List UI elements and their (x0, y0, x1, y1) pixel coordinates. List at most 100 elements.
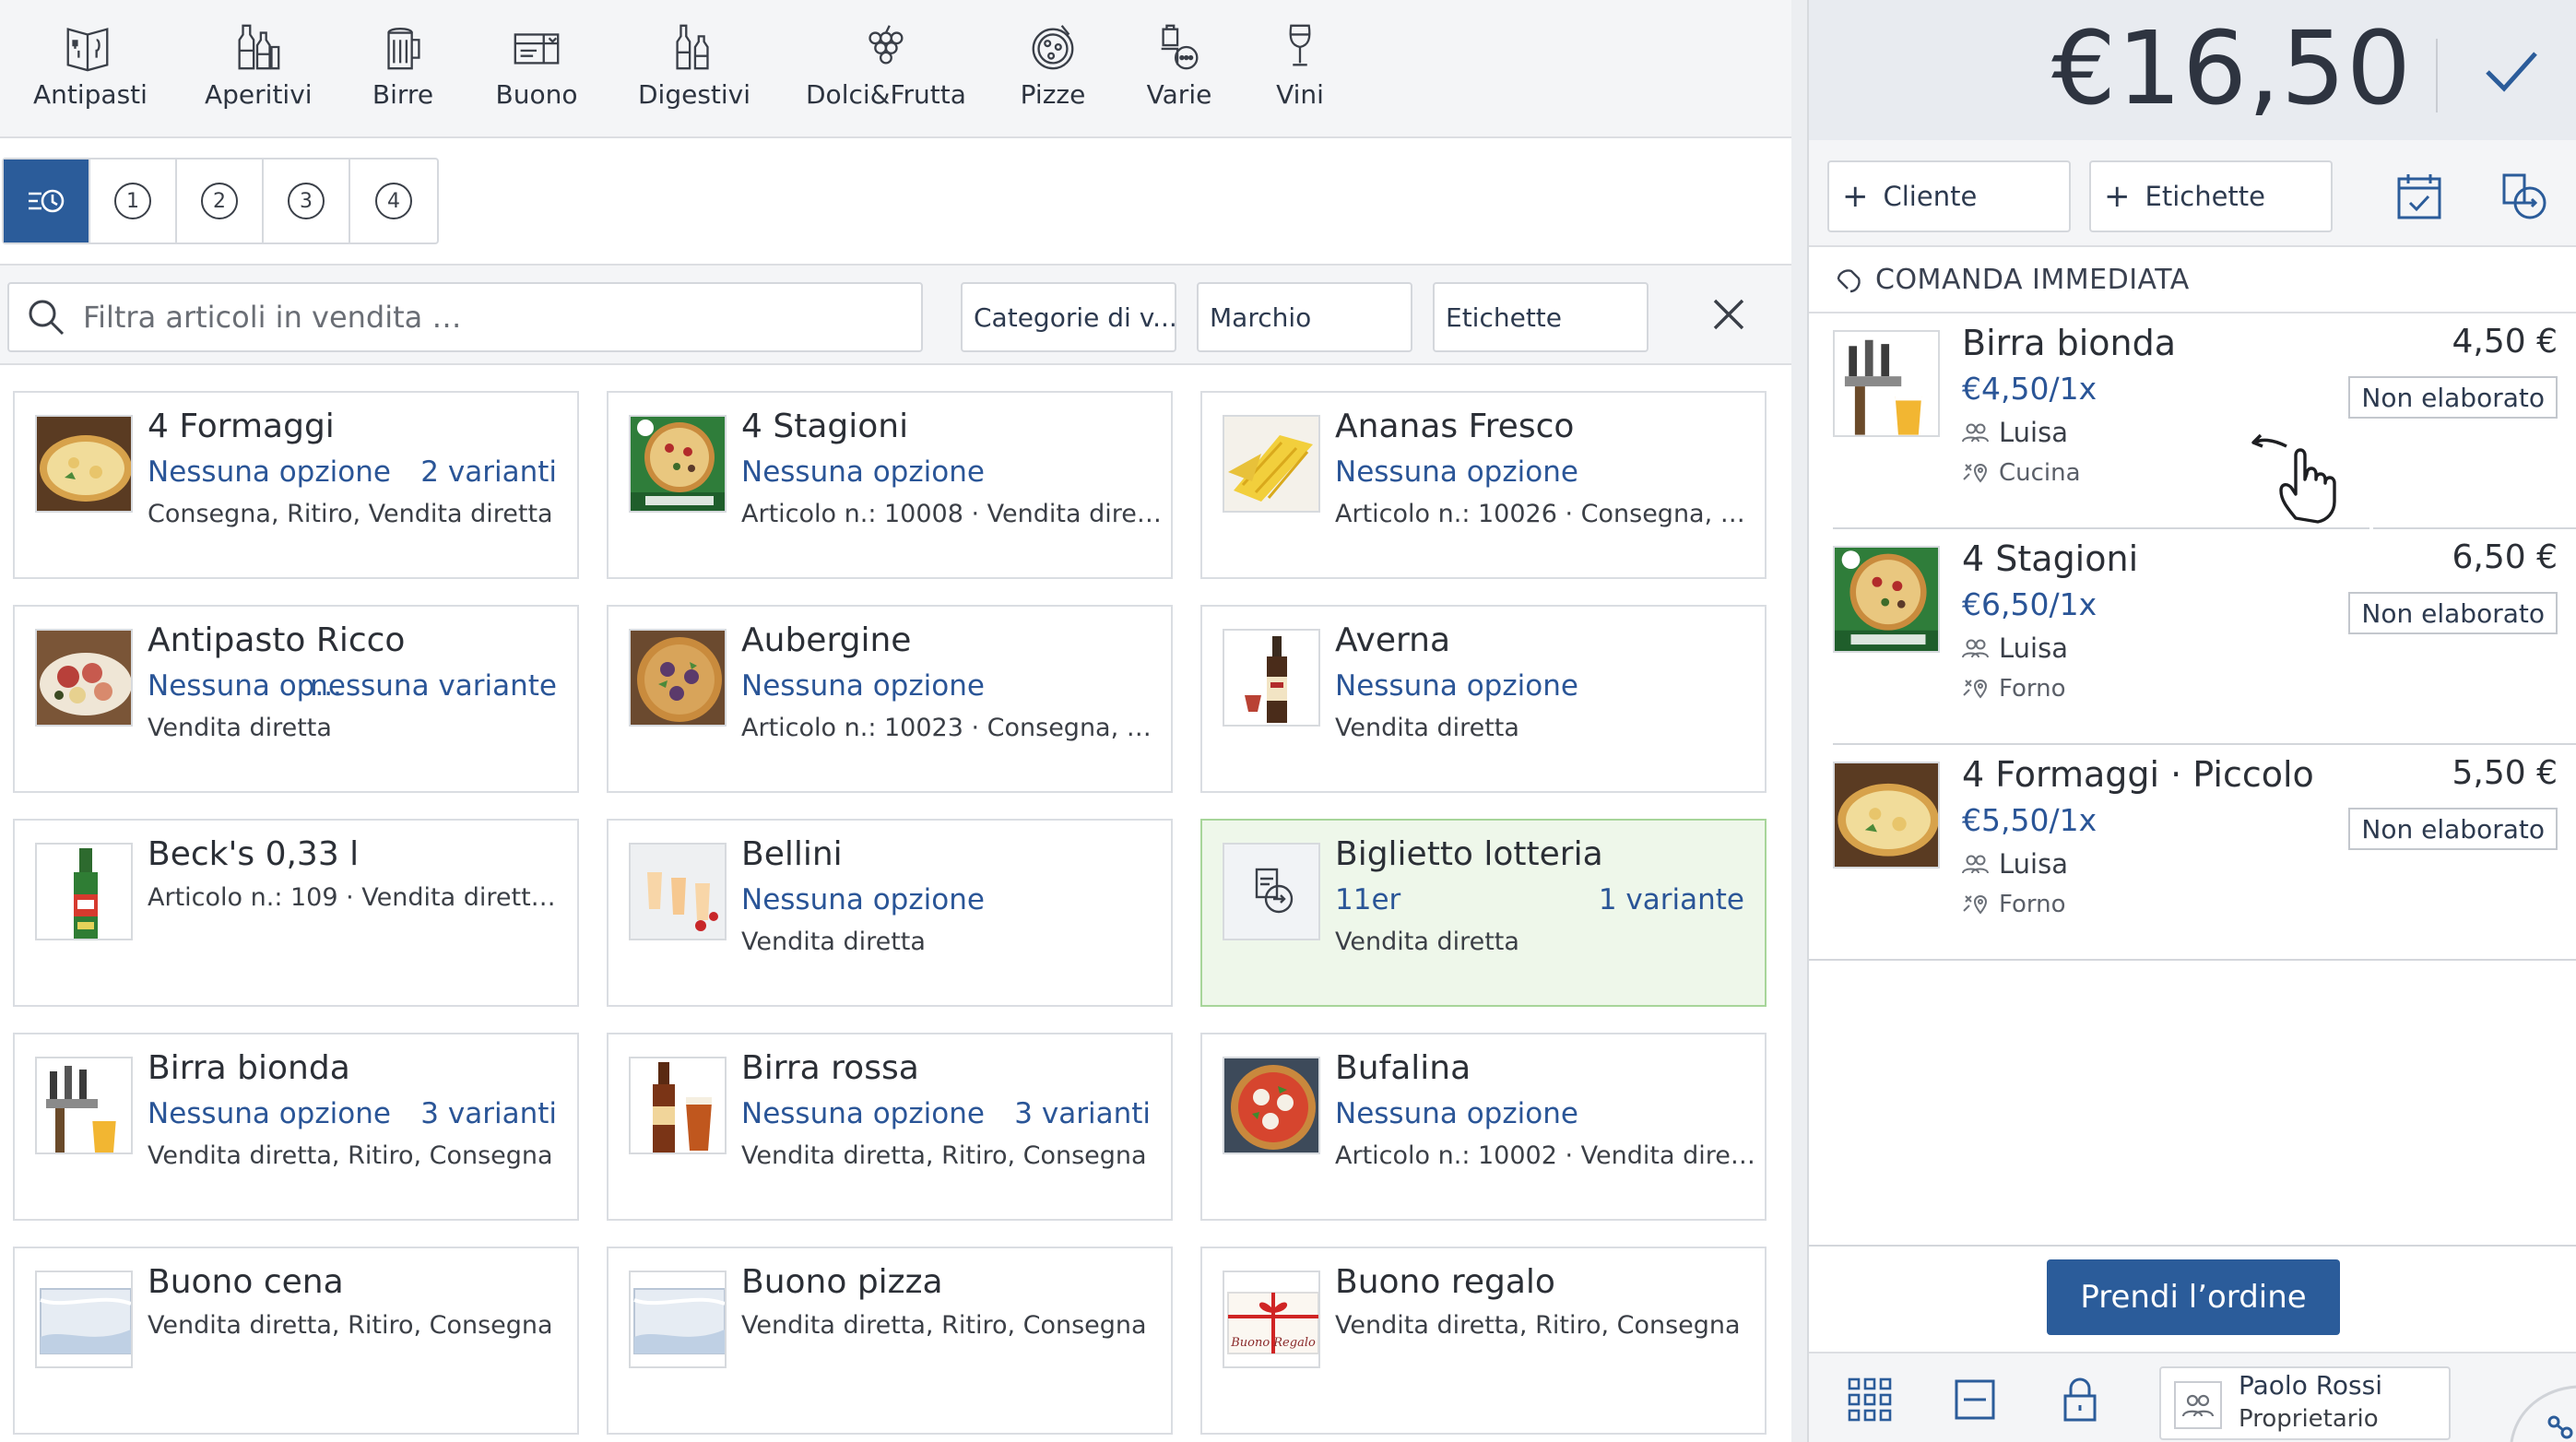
brand-filter-button[interactable]: Marchio (1197, 282, 1412, 352)
product-card[interactable]: Aubergine Nessuna opzione Articolo n.: 100… (607, 605, 1173, 793)
course-3-button[interactable]: 3 (264, 160, 350, 242)
user-name: Paolo Rossi (2239, 1370, 2383, 1401)
bottles-icon (238, 24, 280, 70)
category-pizze[interactable]: Pizze (1018, 20, 1088, 122)
order-line-thumbnail (1833, 762, 1940, 869)
order-section-title: COMANDA IMMEDIATA (1875, 263, 2190, 296)
place-order-button[interactable]: Prendi l’ordine (2047, 1259, 2340, 1335)
add-customer-button[interactable]: + Cliente (1827, 160, 2071, 232)
category-dolci-frutta[interactable]: Dolci&Frutta (806, 20, 966, 122)
product-thumbnail (1223, 629, 1320, 727)
order-line[interactable]: 4 Stagioni €6,50/1x Luisa Forno 6,50 € Non el… (1809, 531, 2576, 747)
menu-book-icon (66, 28, 109, 72)
avatar (2174, 1381, 2222, 1429)
user-role: Proprietario (2239, 1405, 2379, 1433)
lock-icon[interactable] (2054, 1374, 2106, 1425)
course-2-button[interactable]: 2 (177, 160, 264, 242)
product-option: Nessuna opzione (148, 1097, 391, 1130)
product-details: Articolo n.: 10026 · Consegna, Ritiro (1335, 500, 1755, 528)
course-4-button[interactable]: 4 (350, 160, 437, 242)
product-name: Aubergine (741, 621, 912, 659)
course-1-button[interactable]: 1 (90, 160, 177, 242)
confirm-check-icon[interactable] (2475, 39, 2548, 103)
clear-filter-icon[interactable] (1707, 293, 1750, 336)
total-bar: €16,50 (1809, 0, 2576, 140)
product-card[interactable]: Buono cena Vendita diretta, Ritiro, Conse… (13, 1247, 579, 1435)
swipe-hand-icon (2251, 433, 2336, 524)
product-option: Nessuna opzione (741, 455, 985, 489)
product-card[interactable]: 4 Formaggi Nessuna opzione 2 varianti Conse… (13, 391, 579, 579)
product-option: 11er (1335, 883, 1401, 916)
order-line[interactable]: 4 Formaggi · Piccolo €5,50/1x Luisa Forno 5,… (1809, 747, 2576, 963)
category-label: Varie (1146, 79, 1212, 110)
order-line-status-badge[interactable]: Non elaborato (2348, 592, 2558, 634)
user-switcher[interactable]: Paolo Rossi Proprietario (2159, 1366, 2451, 1440)
category-birre[interactable]: Birre (360, 20, 446, 122)
category-buono[interactable]: Buono (492, 20, 581, 122)
wine-glass-icon (1289, 24, 1311, 66)
order-line-name: Birra bionda (1962, 323, 2176, 363)
category-label: Antipasti (33, 79, 148, 110)
order-line-user-name: Luisa (1999, 848, 2068, 880)
product-name: Birra rossa (741, 1049, 919, 1087)
minimize-icon[interactable] (1949, 1374, 2001, 1425)
product-thumbnail (35, 629, 133, 727)
product-card[interactable]: Biglietto lotteria 11er 1 variante Vendita … (1200, 819, 1767, 1007)
add-tags-button[interactable]: + Etichette (2089, 160, 2333, 232)
order-line-unit-price: €4,50/1x (1962, 371, 2097, 407)
category-varie[interactable]: Varie (1145, 20, 1213, 122)
product-card[interactable]: 4 Stagioni Nessuna opzione Articolo n.: 10… (607, 391, 1173, 579)
order-line[interactable]: Birra bionda €4,50/1x Luisa Cucina 4,50 € Non… (1809, 315, 2576, 531)
product-thumbnail (629, 415, 727, 513)
product-name: Beck's 0,33 l (148, 835, 360, 873)
users-icon (1962, 855, 1989, 874)
product-thumbnail (35, 843, 133, 940)
product-thumbnail (1223, 415, 1320, 513)
product-card[interactable]: Buono pizza Vendita diretta, Ritiro, Cons… (607, 1247, 1173, 1435)
order-line-divider (1833, 527, 2369, 529)
search-icon (29, 300, 65, 336)
tags-filter-button[interactable]: Etichette (1433, 282, 1648, 352)
transfer-icon[interactable] (2497, 171, 2552, 223)
category-aperitivi[interactable]: Aperitivi (205, 20, 313, 122)
order-line-status-badge[interactable]: Non elaborato (2348, 808, 2558, 850)
product-card[interactable]: Bufalina Nessuna opzione Articolo n.: 1000… (1200, 1033, 1767, 1221)
category-vini[interactable]: Vini (1272, 20, 1328, 122)
product-card[interactable]: Buono Regalo Buono regalo Vendita diretta,… (1200, 1247, 1767, 1435)
corner-settings-icon[interactable] (2499, 1381, 2576, 1442)
order-line-price: 5,50 € (2452, 754, 2558, 792)
product-thumbnail (35, 1271, 133, 1368)
product-name: 4 Stagioni (741, 408, 909, 445)
product-card[interactable]: Averna Nessuna opzione Vendita diretta (1200, 605, 1767, 793)
product-card[interactable]: Ananas Fresco Nessuna opzione Articolo n.:… (1200, 391, 1767, 579)
grid-view-icon[interactable] (1844, 1374, 1896, 1425)
liqueur-bottles-icon (676, 24, 709, 70)
product-card[interactable]: Birra rossa Nessuna opzione 3 varianti Vend… (607, 1033, 1173, 1221)
product-card[interactable]: Bellini Nessuna opzione Vendita diretta (607, 819, 1173, 1007)
product-card[interactable]: Beck's 0,33 l Articolo n.: 109 · Vendita … (13, 819, 579, 1007)
category-antipasti[interactable]: Antipasti (33, 20, 148, 122)
order-line-name: 4 Formaggi · Piccolo (1962, 754, 2314, 795)
send-order-icon (1837, 269, 1861, 293)
order-line-status-badge[interactable]: Non elaborato (2348, 376, 2558, 419)
course-all-button[interactable] (4, 160, 90, 242)
order-line-station: Forno (1962, 891, 2066, 918)
calendar-check-icon[interactable] (2392, 171, 2447, 223)
product-option: Nessuna opzione (1335, 1097, 1578, 1130)
category-filter-button[interactable]: Categorie di v... (961, 282, 1176, 352)
search-input[interactable] (83, 300, 894, 335)
order-panel: €16,50 + Cliente + Etichette COMANDA IMMED… (1807, 0, 2576, 1442)
category-label: Dolci&Frutta (806, 79, 966, 110)
product-variants: 2 varianti (420, 455, 557, 489)
product-details: Vendita diretta, Ritiro, Consegna (148, 1311, 553, 1340)
product-variants: 3 varianti (1014, 1097, 1151, 1130)
product-card[interactable]: Antipasto Ricco Nessuna op... nessuna vari… (13, 605, 579, 793)
product-variants: 3 varianti (420, 1097, 557, 1130)
product-details: Articolo n.: 10008 · Vendita diretta (741, 500, 1162, 528)
product-card[interactable]: Birra bionda Nessuna opzione 3 varianti Ven… (13, 1033, 579, 1221)
order-line-station: Cucina (1962, 459, 2081, 487)
product-thumbnail: Buono Regalo (1223, 1271, 1320, 1368)
category-digestivi[interactable]: Digestivi (638, 20, 751, 122)
category-label: Digestivi (638, 79, 751, 110)
product-name: Buono pizza (741, 1263, 943, 1301)
